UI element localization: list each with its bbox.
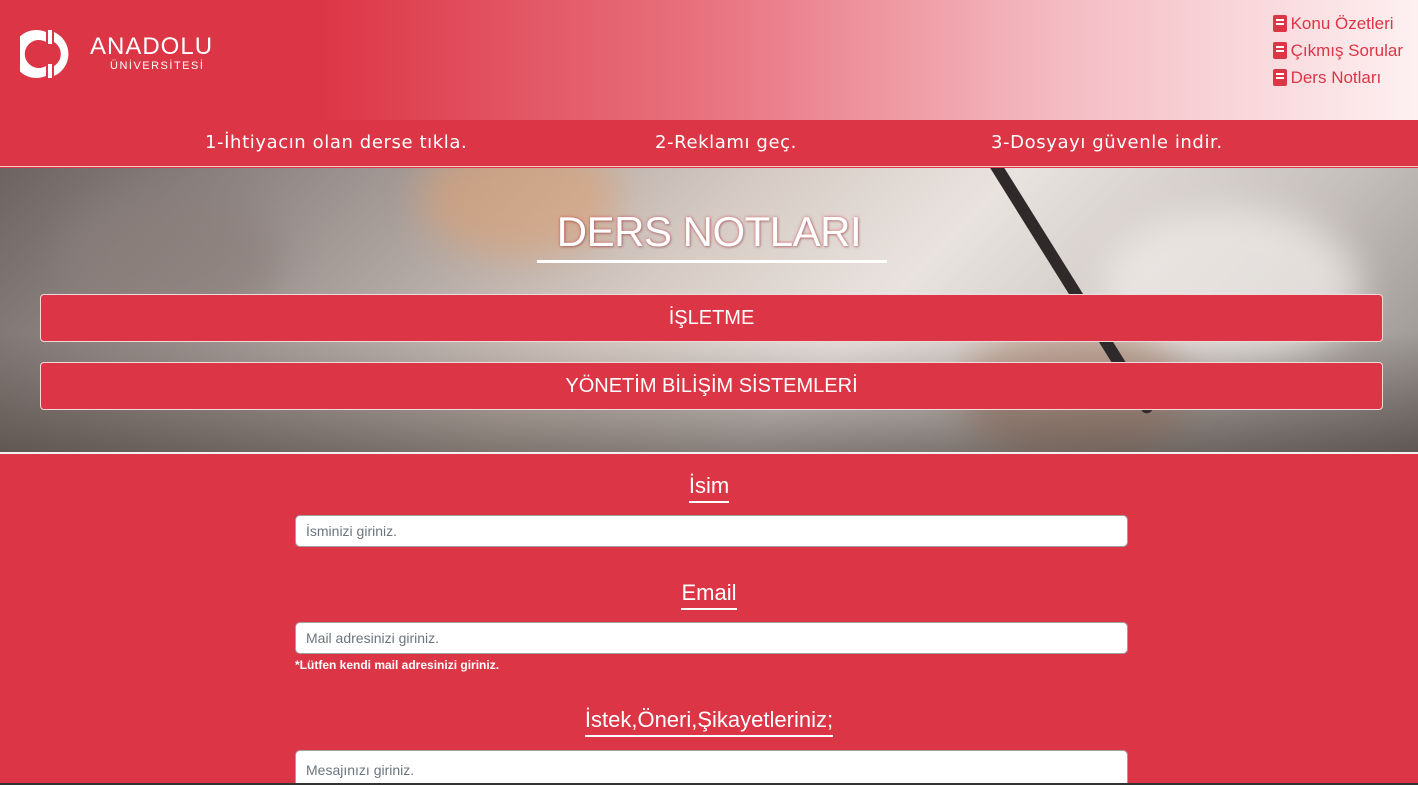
book-icon (1272, 15, 1287, 32)
name-label: İsim (0, 473, 1418, 503)
contact-form: İsim Email *Lütfen kendi mail adresinizi… (0, 455, 1418, 785)
nav-label: Çıkmış Sorular (1290, 40, 1403, 60)
message-label: İstek,Öneri,Şikayetleriniz; (0, 707, 1418, 737)
logo-name: ANADOLU (90, 33, 214, 60)
step-2: 2-Reklamı geç. (655, 132, 797, 153)
book-icon (1272, 42, 1287, 59)
name-input[interactable] (295, 515, 1128, 547)
logo-icon (12, 28, 82, 80)
email-label: Email (0, 580, 1418, 610)
nav-cikmis-sorular[interactable]: Çıkmış Sorular (1272, 37, 1403, 64)
title-underline (537, 260, 887, 263)
step-3: 3-Dosyayı güvenle indir. (991, 132, 1223, 153)
email-note: *Lütfen kendi mail adresinizi giriniz. (295, 658, 500, 672)
message-input[interactable] (295, 750, 1128, 785)
nav-label: Konu Özetleri (1290, 13, 1394, 33)
site-header: ANADOLU ÜNİVERSİTESİ Konu Özetleri Çıkmı… (0, 0, 1418, 120)
university-logo[interactable]: ANADOLU ÜNİVERSİTESİ (12, 28, 214, 80)
nav-konu-ozetleri[interactable]: Konu Özetleri (1272, 10, 1403, 37)
steps-bar: 1-İhtiyacın olan derse tıkla. 2-Reklamı … (0, 120, 1418, 167)
book-icon (1272, 69, 1287, 86)
top-nav: Konu Özetleri Çıkmış Sorular Ders Notlar… (1272, 10, 1403, 91)
step-1: 1-İhtiyacın olan derse tıkla. (205, 132, 468, 153)
page-title: DERS NOTLARI (556, 208, 862, 255)
course-button-isletme[interactable]: İŞLETME (40, 294, 1383, 342)
nav-label: Ders Notları (1290, 67, 1382, 87)
logo-subtitle: ÜNİVERSİTESİ (110, 60, 205, 72)
nav-ders-notlari[interactable]: Ders Notları (1272, 64, 1403, 91)
hero-section: DERS NOTLARI İŞLETME YÖNETİM BİLİŞİM SİS… (0, 168, 1418, 454)
course-button-ybs[interactable]: YÖNETİM BİLİŞİM SİSTEMLERİ (40, 362, 1383, 410)
email-input[interactable] (295, 622, 1128, 654)
